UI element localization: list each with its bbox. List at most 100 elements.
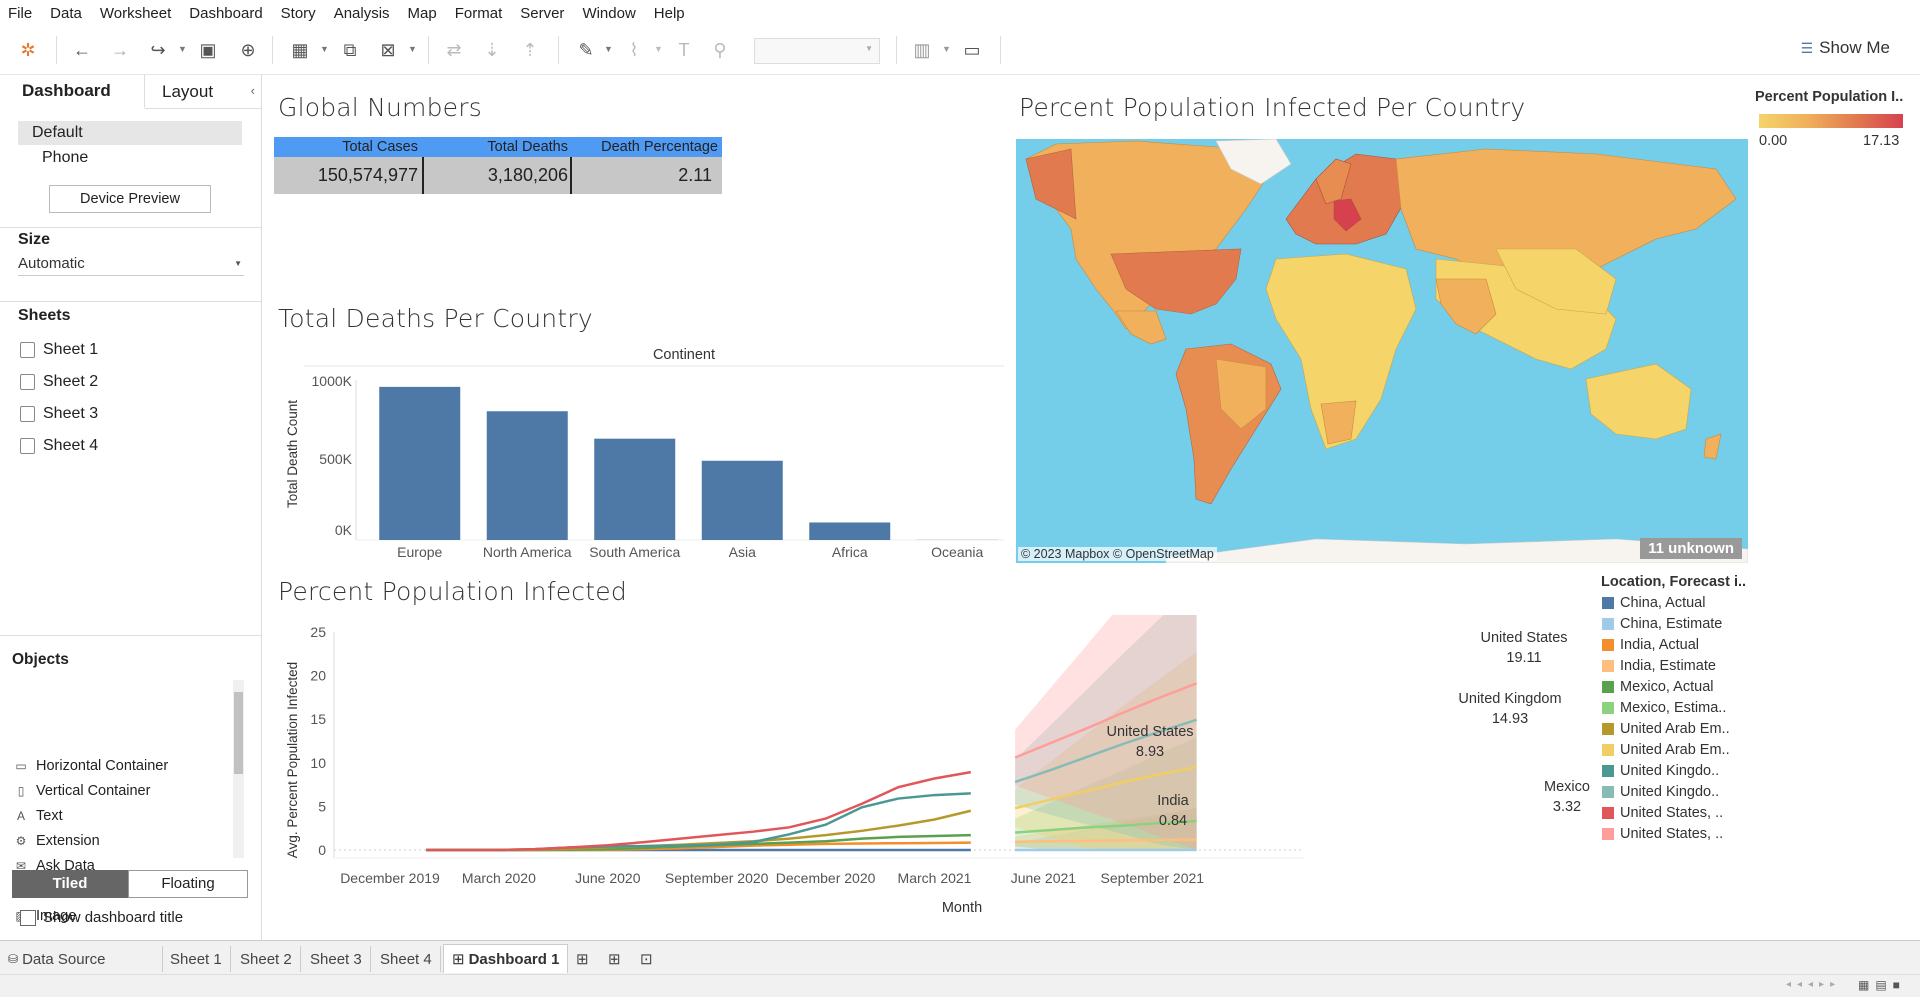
presentation-mode-icon[interactable]: ▭ bbox=[960, 38, 984, 62]
replay-caret-icon[interactable]: ▼ bbox=[178, 44, 187, 54]
group-caret-icon[interactable]: ▼ bbox=[654, 44, 663, 54]
deaths-chart[interactable]: Continent Total Death Count 1000K 500K 0… bbox=[274, 340, 1014, 570]
menu-analysis[interactable]: Analysis bbox=[325, 5, 399, 22]
undo-icon[interactable]: ← bbox=[70, 38, 94, 62]
data-source-tab[interactable]: ⛁Data Source bbox=[0, 946, 163, 972]
series-label-value: 14.93 bbox=[1492, 711, 1528, 727]
show-cards-caret-icon[interactable]: ▼ bbox=[942, 44, 951, 54]
view-mode-icons[interactable]: ▦▤■ bbox=[1858, 978, 1906, 992]
tableau-logo-icon[interactable]: ✲ bbox=[16, 38, 40, 62]
tab-sheet-1[interactable]: Sheet 1 bbox=[162, 946, 231, 972]
bar-europe[interactable] bbox=[379, 387, 460, 540]
menu-map[interactable]: Map bbox=[399, 5, 446, 22]
objects-scrollbar[interactable] bbox=[233, 680, 244, 858]
tiled-toggle[interactable]: Tiled bbox=[12, 870, 128, 898]
new-story-tab-icon[interactable]: ⊡ bbox=[632, 946, 661, 972]
highlight-icon[interactable]: ✎ bbox=[574, 38, 598, 62]
sort-descending-icon[interactable]: ⇡ bbox=[518, 38, 542, 62]
legend-item[interactable]: United Kingdo.. bbox=[1602, 763, 1719, 779]
swap-icon[interactable]: ⇄ bbox=[442, 38, 466, 62]
tab-sheet-3[interactable]: Sheet 3 bbox=[302, 946, 371, 972]
redo-icon[interactable]: → bbox=[108, 38, 132, 62]
legend-item[interactable]: China, Actual bbox=[1602, 595, 1705, 611]
object-item-vertical-container[interactable]: ▯Vertical Container bbox=[14, 783, 150, 799]
device-phone[interactable]: Phone bbox=[42, 149, 88, 167]
sheet-item-4[interactable]: Sheet 4 bbox=[20, 437, 98, 455]
scrollbar-thumb[interactable] bbox=[234, 692, 243, 774]
sheet-item-1[interactable]: Sheet 1 bbox=[20, 341, 98, 359]
legend-item[interactable]: India, Estimate bbox=[1602, 658, 1716, 674]
world-map[interactable]: © 2023 Mapbox © OpenStreetMap 11 unknown bbox=[1016, 139, 1748, 563]
menu-server[interactable]: Server bbox=[511, 5, 573, 22]
object-item-text[interactable]: AText bbox=[14, 808, 63, 824]
new-worksheet-icon[interactable]: ▦ bbox=[288, 38, 312, 62]
tab-sheet-2[interactable]: Sheet 2 bbox=[232, 946, 301, 972]
show-title-checkbox[interactable]: Show dashboard title bbox=[20, 909, 183, 926]
legend-item[interactable]: United Arab Em.. bbox=[1602, 742, 1730, 758]
legend-item[interactable]: Mexico, Actual bbox=[1602, 679, 1714, 695]
save-icon[interactable]: ▣ bbox=[196, 38, 220, 62]
pin-icon[interactable]: ⚲ bbox=[708, 38, 732, 62]
map-attribution[interactable]: © 2023 Mapbox © OpenStreetMap bbox=[1018, 547, 1217, 561]
tab-dashboard[interactable]: Dashboard bbox=[0, 75, 145, 109]
show-cards-icon[interactable]: ▥ bbox=[910, 38, 934, 62]
object-item-extension[interactable]: ⚙Extension bbox=[14, 833, 100, 849]
tab-sheet-4[interactable]: Sheet 4 bbox=[372, 946, 441, 972]
menu-data[interactable]: Data bbox=[41, 5, 91, 22]
bar-africa[interactable] bbox=[809, 522, 890, 540]
tab-nav-icons[interactable]: ◂◂◂▸▸ bbox=[1786, 979, 1841, 990]
clear-caret-icon[interactable]: ▼ bbox=[408, 44, 417, 54]
new-dashboard-tab-icon[interactable]: ⊞ bbox=[600, 946, 629, 972]
legend-item[interactable]: United Kingdo.. bbox=[1602, 784, 1719, 800]
show-me-button[interactable]: ☰ Show Me bbox=[1801, 38, 1890, 58]
infected-chart-title: Percent Population Infected bbox=[278, 577, 627, 606]
legend-item[interactable]: Mexico, Estima.. bbox=[1602, 700, 1726, 716]
bar-south-america[interactable] bbox=[594, 439, 675, 540]
new-worksheet-caret-icon[interactable]: ▼ bbox=[320, 44, 329, 54]
sheet-item-2[interactable]: Sheet 2 bbox=[20, 373, 98, 391]
series-line[interactable] bbox=[426, 793, 971, 850]
sheet-item-3[interactable]: Sheet 3 bbox=[20, 405, 98, 423]
menu-format[interactable]: Format bbox=[446, 5, 512, 22]
device-default[interactable]: Default bbox=[18, 121, 242, 145]
device-preview-button[interactable]: Device Preview bbox=[49, 185, 211, 213]
legend-item[interactable]: United States, .. bbox=[1602, 805, 1723, 821]
bar-north-america[interactable] bbox=[487, 411, 568, 540]
collapse-icon[interactable]: ‹ bbox=[251, 83, 255, 98]
tab-dashboard-1[interactable]: ⊞Dashboard 1 bbox=[443, 944, 568, 973]
legend-item[interactable]: United Arab Em.. bbox=[1602, 721, 1730, 737]
clear-sheet-icon[interactable]: ⊠ bbox=[376, 38, 400, 62]
replay-icon[interactable]: ↪ bbox=[146, 38, 170, 62]
unknown-badge[interactable]: 11 unknown bbox=[1640, 538, 1742, 559]
fit-dropdown[interactable]: ▼ bbox=[754, 38, 880, 64]
legend-item[interactable]: China, Estimate bbox=[1602, 616, 1722, 632]
menu-help[interactable]: Help bbox=[645, 5, 694, 22]
infected-chart[interactable]: Avg. Percent Population Infected 2520151… bbox=[274, 615, 1594, 920]
floating-toggle[interactable]: Floating bbox=[128, 870, 248, 898]
menu-worksheet[interactable]: Worksheet bbox=[91, 5, 180, 22]
new-data-source-icon[interactable]: ⊕ bbox=[236, 38, 260, 62]
group-icon[interactable]: ⌇ bbox=[622, 38, 646, 62]
infected-xtick: December 2019 bbox=[340, 870, 440, 886]
infected-x-axis-label: Month bbox=[942, 900, 982, 916]
labels-icon[interactable]: T bbox=[672, 38, 696, 62]
legend-item[interactable]: India, Actual bbox=[1602, 637, 1699, 653]
new-worksheet-tab-icon[interactable]: ⊞ bbox=[568, 946, 597, 972]
object-item-horizontal-container[interactable]: ▭Horizontal Container bbox=[14, 758, 168, 774]
menu-file[interactable]: File bbox=[0, 5, 41, 22]
menu-dashboard[interactable]: Dashboard bbox=[180, 5, 271, 22]
menu-story[interactable]: Story bbox=[272, 5, 325, 22]
duplicate-icon[interactable]: ⧉ bbox=[338, 38, 362, 62]
header-total-deaths: Total Deaths bbox=[424, 139, 568, 155]
highlight-caret-icon[interactable]: ▼ bbox=[604, 44, 613, 54]
size-dropdown[interactable]: Automatic ▼ bbox=[18, 255, 244, 276]
bar-asia[interactable] bbox=[702, 461, 783, 540]
menu-window[interactable]: Window bbox=[573, 5, 644, 22]
map-title: Percent Population Infected Per Country bbox=[1019, 93, 1525, 122]
value-death-percentage: 2.11 bbox=[572, 165, 712, 186]
checkbox-icon[interactable] bbox=[20, 910, 36, 926]
legend-item[interactable]: United States, .. bbox=[1602, 826, 1723, 842]
series-label-name: United States bbox=[1480, 630, 1567, 646]
tab-layout[interactable]: Layout‹ bbox=[145, 75, 261, 109]
sort-ascending-icon[interactable]: ⇣ bbox=[480, 38, 504, 62]
